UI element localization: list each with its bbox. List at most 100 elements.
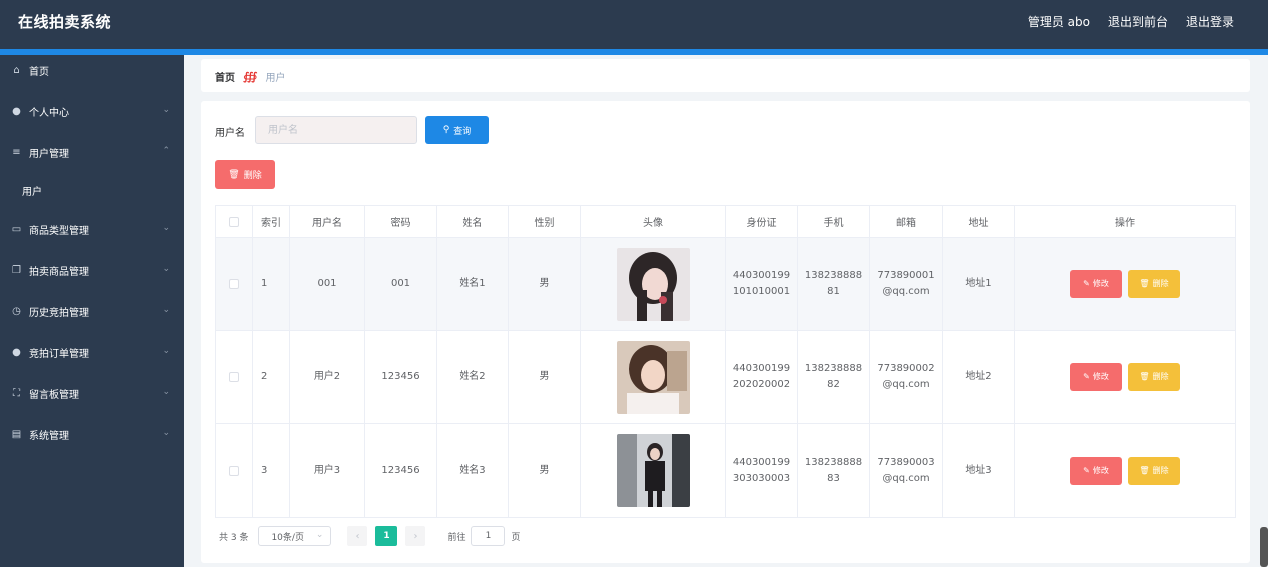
sidebar-item-message-board[interactable]: ⛶ 留言板管理 ⌄ bbox=[0, 378, 184, 408]
trash-icon: 🗑 bbox=[228, 169, 240, 180]
cell-password: 123456 bbox=[365, 331, 437, 423]
email-part: 773890001 bbox=[877, 270, 935, 281]
sidebar-item-profile[interactable]: ● 个人中心 ⌄ bbox=[0, 96, 184, 126]
chevron-left-icon: ‹ bbox=[355, 530, 360, 542]
trash-icon: 🗑 bbox=[1139, 279, 1150, 288]
frame-icon: ⛶ bbox=[13, 387, 20, 399]
edit-button[interactable]: ✎ 修改 bbox=[1070, 456, 1122, 485]
cell-username: 用户2 bbox=[290, 331, 365, 423]
header-actions: 管理员 abo 退出到前台 退出登录 bbox=[1028, 13, 1234, 30]
page-number-current[interactable]: 1 bbox=[375, 526, 398, 546]
sidebar-item-label: 用户管理 bbox=[29, 148, 69, 160]
prev-page-button[interactable]: ‹ bbox=[347, 526, 368, 546]
cell-gender: 男 bbox=[509, 331, 581, 423]
user-table: 索引 用户名 密码 姓名 性别 头像 身份证 手机 邮箱 地址 操作 1 001… bbox=[215, 205, 1236, 518]
query-button-label: 查询 bbox=[453, 126, 472, 137]
cell-email: 773890002 @qq.com bbox=[870, 331, 943, 423]
cell-address: 地址2 bbox=[943, 331, 1015, 423]
batch-delete-button[interactable]: 🗑 删除 bbox=[215, 160, 275, 189]
edit-label: 修改 bbox=[1092, 465, 1109, 475]
sidebar-item-bid-history[interactable]: ◷ 历史竞拍管理 ⌄ bbox=[0, 296, 184, 326]
cell-username: 用户3 bbox=[290, 424, 365, 517]
goto-label: 前往 bbox=[447, 532, 466, 543]
select-all-checkbox[interactable] bbox=[229, 216, 239, 227]
phone-part: 138238888 bbox=[804, 456, 863, 468]
header-index: 索引 bbox=[253, 206, 290, 237]
header-phone: 手机 bbox=[798, 206, 870, 237]
page-suffix: 页 bbox=[511, 532, 521, 543]
sidebar-item-users[interactable]: 用户 bbox=[0, 175, 184, 205]
content-card: 用户名 ⚲ 查询 🗑 删除 索引 用户名 密码 姓名 性别 头像 身份证 手机 … bbox=[201, 101, 1250, 563]
delete-button[interactable]: 🗑 删除 bbox=[1128, 270, 1180, 298]
delete-label: 删除 bbox=[1152, 279, 1169, 288]
username-search-input[interactable] bbox=[255, 116, 417, 144]
phone-part: 82 bbox=[827, 379, 840, 390]
sidebar-item-home[interactable]: ⌂ 首页 bbox=[0, 55, 184, 85]
sidebar-item-bid-orders[interactable]: ● 竞拍订单管理 ⌄ bbox=[0, 337, 184, 367]
cell-email: 773890003 @qq.com bbox=[870, 424, 943, 517]
cell-id-card: 440300199 101010001 bbox=[726, 238, 798, 330]
search-label: 用户名 bbox=[215, 128, 245, 139]
next-page-button[interactable]: › bbox=[405, 526, 426, 546]
cell-actions: ✎ 修改 🗑 删除 bbox=[1015, 238, 1235, 330]
row-checkbox[interactable] bbox=[229, 279, 239, 289]
pagination-total: 共 3 条 bbox=[219, 532, 249, 543]
avatar bbox=[616, 340, 690, 414]
clock-icon: ◷ bbox=[12, 305, 21, 317]
email-part: @qq.com bbox=[882, 379, 930, 390]
breadcrumb: 首页 ∰ 用户 bbox=[201, 59, 1250, 92]
breadcrumb-separator-icon: ∰ bbox=[243, 70, 258, 83]
edit-icon: ✎ bbox=[1083, 372, 1090, 381]
row-checkbox[interactable] bbox=[229, 465, 239, 476]
sidebar-item-category-management[interactable]: ▭ 商品类型管理 ⌄ bbox=[0, 214, 184, 244]
exit-to-front-link[interactable]: 退出到前台 bbox=[1108, 13, 1168, 30]
header-avatar: 头像 bbox=[581, 206, 726, 237]
sidebar-item-system[interactable]: ▤ 系统管理 ⌄ bbox=[0, 419, 184, 449]
table-row[interactable]: 2 用户2 123456 姓名2 男 440300199 202020002 13… bbox=[216, 331, 1235, 424]
header-actions: 操作 bbox=[1115, 218, 1135, 229]
app-title: 在线拍卖系统 bbox=[18, 13, 112, 31]
phone-part: 81 bbox=[827, 286, 840, 297]
sidebar-item-user-management[interactable]: ≡ 用户管理 ⌃ bbox=[0, 137, 184, 167]
delete-button[interactable]: 🗑 删除 bbox=[1128, 363, 1180, 391]
table-row[interactable]: 1 001 001 姓名1 男 440300199 101010001 13823… bbox=[216, 238, 1235, 331]
cell-email: 773890001 @qq.com bbox=[870, 238, 943, 330]
cell-index: 3 bbox=[253, 424, 290, 517]
trash-icon: 🗑 bbox=[1139, 465, 1150, 475]
header-address: 地址 bbox=[943, 206, 1015, 237]
id-card-part: 303030003 bbox=[732, 472, 791, 484]
table-row[interactable]: 3 用户3 123456 姓名3 男 440300199 303030003 13… bbox=[216, 424, 1235, 517]
header-password: 密码 bbox=[365, 206, 437, 237]
row-select-cell bbox=[216, 424, 253, 517]
chevron-up-icon: ⌃ bbox=[162, 146, 170, 156]
row-select-cell bbox=[216, 238, 253, 330]
email-part: @qq.com bbox=[882, 286, 930, 297]
header-gender: 性别 bbox=[509, 206, 581, 237]
id-card-part: 440300199 bbox=[732, 456, 791, 468]
phone-part: 138238888 bbox=[804, 363, 863, 374]
sidebar-item-label: 商品类型管理 bbox=[29, 225, 89, 237]
page-scrollbar[interactable] bbox=[1260, 527, 1268, 567]
edit-button[interactable]: ✎ 修改 bbox=[1070, 363, 1122, 391]
delete-button[interactable]: 🗑 删除 bbox=[1128, 456, 1180, 485]
breadcrumb-home[interactable]: 首页 bbox=[215, 69, 235, 84]
goto-page-input[interactable]: 1 bbox=[471, 526, 506, 546]
cell-password: 001 bbox=[365, 238, 437, 330]
email-part: 773890002 bbox=[877, 363, 935, 374]
cell-name: 姓名3 bbox=[437, 424, 509, 517]
row-checkbox[interactable] bbox=[229, 372, 239, 382]
chevron-down-icon: ⌄ bbox=[162, 346, 170, 356]
cell-index: 2 bbox=[253, 331, 290, 423]
header-name: 姓名 bbox=[437, 206, 509, 237]
id-card-part: 440300199 bbox=[732, 270, 791, 281]
cell-index: 1 bbox=[253, 238, 290, 330]
sidebar-item-auction-goods[interactable]: ❐ 拍卖商品管理 ⌄ bbox=[0, 255, 184, 285]
cell-name: 姓名1 bbox=[437, 238, 509, 330]
logout-link[interactable]: 退出登录 bbox=[1186, 13, 1234, 30]
admin-user-label[interactable]: 管理员 abo bbox=[1028, 13, 1090, 30]
sliders-icon: ≡ bbox=[12, 146, 21, 158]
cell-gender: 男 bbox=[509, 424, 581, 517]
query-button[interactable]: ⚲ 查询 bbox=[425, 116, 489, 144]
page-size-select[interactable]: 10条/页 ⌄ bbox=[258, 526, 332, 546]
edit-button[interactable]: ✎ 修改 bbox=[1070, 270, 1122, 298]
